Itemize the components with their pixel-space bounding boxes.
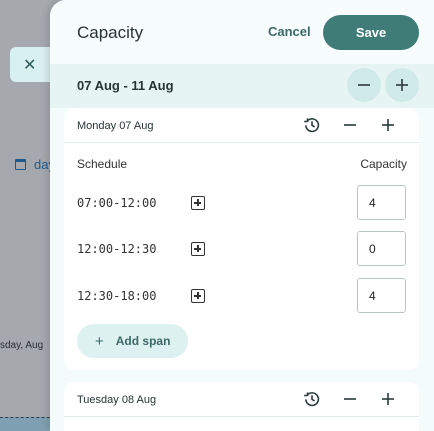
capacity-input[interactable] [357, 231, 406, 266]
capacity-column-header: Capacity [360, 157, 407, 171]
slot-time: 12:00-12:30 [77, 242, 157, 256]
day-label: Monday 07 Aug [77, 120, 154, 132]
slot-time: 12:30-18:00 [77, 289, 157, 303]
minus-icon [358, 84, 370, 86]
date-range-bar: 07 Aug - 11 Aug [50, 64, 434, 108]
capacity-input[interactable] [357, 185, 406, 220]
history-button[interactable] [301, 114, 323, 136]
add-box-icon[interactable] [191, 242, 205, 256]
day-card: Tuesday 08 Aug [64, 382, 419, 431]
day-label: Tuesday 08 Aug [77, 394, 157, 406]
add-box-icon[interactable] [191, 196, 205, 210]
plus-icon: + [95, 332, 104, 350]
day-increment-button[interactable] [377, 114, 399, 136]
panel-title: Capacity [77, 23, 144, 42]
schedule-column-header: Schedule [77, 157, 128, 171]
minus-icon [344, 398, 356, 400]
capacity-panel: Capacity Cancel Save 07 Aug - 11 Aug Mon… [50, 0, 434, 431]
close-icon[interactable]: ✕ [23, 55, 36, 75]
add-span-label: Add span [115, 334, 171, 348]
date-range-label: 07 Aug - 11 Aug [77, 78, 174, 93]
day-increment-button[interactable] [377, 388, 399, 410]
panel-header: Capacity Cancel Save [50, 0, 434, 64]
day-header: Monday 07 Aug [64, 108, 419, 143]
history-icon [304, 118, 320, 133]
range-decrement-button[interactable] [347, 68, 381, 102]
history-button[interactable] [301, 388, 323, 410]
slot-time: 07:00-12:00 [77, 196, 157, 210]
plus-icon [396, 79, 408, 91]
range-increment-button[interactable] [385, 68, 419, 102]
capacity-input[interactable] [357, 278, 406, 313]
calendar-icon [15, 159, 26, 170]
plus-icon [382, 119, 394, 131]
plus-icon [382, 393, 394, 405]
background-day-label: sday, Aug [0, 340, 44, 351]
history-icon [304, 392, 320, 407]
day-decrement-button[interactable] [339, 114, 361, 136]
day-header: Tuesday 08 Aug [64, 382, 419, 417]
minus-icon [344, 124, 356, 126]
day-card: Monday 07 Aug Schedule Capacity 07:00-12… [64, 108, 419, 370]
save-button[interactable]: Save [323, 15, 419, 50]
add-box-icon[interactable] [191, 289, 205, 303]
day-decrement-button[interactable] [339, 388, 361, 410]
cancel-button[interactable]: Cancel [268, 24, 311, 39]
add-span-button[interactable]: + Add span [77, 324, 188, 358]
